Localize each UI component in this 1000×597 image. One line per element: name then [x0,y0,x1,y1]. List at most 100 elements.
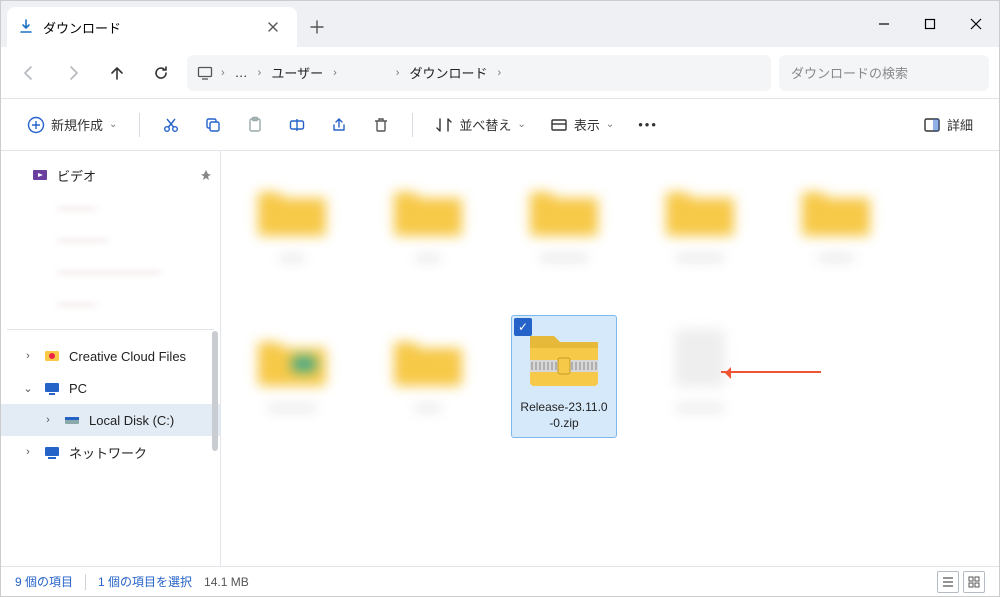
forward-button[interactable] [55,55,91,91]
trash-icon [372,116,390,134]
file-release-zip[interactable]: ✓ Release-23.11.0-0.zi [511,315,617,438]
pin-icon [200,169,212,181]
breadcrumb[interactable]: › … › ユーザー › › ダウンロード › [187,55,771,91]
share-button[interactable] [320,107,358,143]
window-close-button[interactable] [953,1,999,47]
details-icon [923,116,941,134]
file-item[interactable]: ———— [647,315,753,438]
nav-videos-label: ビデオ [57,166,96,185]
view-button[interactable]: 表示 ⌄ [540,107,624,143]
view-list-button[interactable] [937,571,959,593]
minimize-button[interactable] [861,1,907,47]
rename-icon [288,116,306,134]
folder-item[interactable]: —— [239,165,345,285]
chevron-right-icon: › [333,67,337,79]
refresh-button[interactable] [143,55,179,91]
window-controls [861,1,999,47]
divider [139,113,140,137]
breadcrumb-overflow[interactable]: … [233,63,250,82]
nav-network[interactable]: › ネットワーク [1,436,220,468]
nav-ccf[interactable]: › Creative Cloud Files [1,340,220,372]
share-icon [330,116,348,134]
maximize-button[interactable] [907,1,953,47]
nav-redacted[interactable]: ——— [1,191,220,223]
copy-icon [204,116,222,134]
breadcrumb-downloads[interactable]: ダウンロード [407,61,489,84]
chevron-right-icon: › [258,67,262,79]
close-icon[interactable] [259,13,287,41]
status-bar: 9 個の項目 1 個の項目を選択 14.1 MB [1,566,999,596]
divider [85,574,86,590]
tab-downloads[interactable]: ダウンロード [7,7,297,47]
chevron-down-icon: ⌄ [606,119,614,130]
nav-videos[interactable]: ビデオ [1,159,220,191]
paste-button[interactable] [236,107,274,143]
folder-item[interactable]: —— [375,165,481,285]
titlebar: ダウンロード [1,1,999,47]
nav-redacted[interactable]: ——— [1,287,220,319]
nav-local-disk[interactable]: › Local Disk (C:) [1,404,220,436]
copy-button[interactable] [194,107,232,143]
toolbar: 新規作成 ⌄ 並べ替え ⌄ 表示 ⌄ ••• 詳細 [1,99,999,151]
new-button[interactable]: 新規作成 ⌄ [17,107,127,143]
nav-pane[interactable]: ビデオ ——— ———— ———————— ——— › Creative Clo… [1,151,221,566]
more-button[interactable]: ••• [628,107,668,143]
chevron-down-icon: ⌄ [21,382,35,395]
nav-network-label: ネットワーク [69,443,147,462]
chevron-right-icon: › [396,67,400,79]
more-icon: ••• [638,117,658,132]
pc-icon [43,379,61,397]
folder-item[interactable]: ———— [647,165,753,285]
chevron-down-icon: ⌄ [109,119,117,130]
sort-button[interactable]: 並べ替え ⌄ [425,107,535,143]
rename-button[interactable] [278,107,316,143]
details-pane-button[interactable]: 詳細 [913,107,983,143]
paste-icon [246,116,264,134]
status-size: 14.1 MB [204,575,249,589]
annotation-arrow [721,371,821,373]
status-item-count: 9 個の項目 [15,573,73,590]
tab-title: ダウンロード [43,18,259,37]
nav-redacted[interactable]: ———————— [1,255,220,287]
new-tab-button[interactable] [297,7,337,47]
cut-button[interactable] [152,107,190,143]
network-icon [43,443,61,461]
folder-item[interactable]: ———— [511,165,617,285]
file-name: Release-23.11.0-0.zip [520,400,607,431]
content-pane[interactable]: —— —— ———— ———— ——— ———— —— ✓ [221,151,999,566]
folder-item[interactable]: ———— [239,315,345,438]
view-grid-button[interactable] [963,571,985,593]
view-toggles [937,571,985,593]
nav-pc-label: PC [69,381,87,396]
file-grid: —— —— ———— ———— ——— ———— —— ✓ [239,165,981,438]
sort-icon [435,116,453,134]
back-button[interactable] [11,55,47,91]
download-icon [17,18,35,36]
view-icon [550,116,568,134]
folder-item[interactable]: ——— [783,165,889,285]
delete-button[interactable] [362,107,400,143]
plus-circle-icon [27,116,45,134]
check-icon: ✓ [514,318,532,336]
body: ビデオ ——— ———— ———————— ——— › Creative Clo… [1,151,999,566]
video-icon [31,166,49,184]
chevron-right-icon: › [41,414,55,426]
zip-icon [519,322,609,394]
nav-scrollbar[interactable] [212,331,218,451]
breadcrumb-users[interactable]: ユーザー [269,61,325,84]
chevron-right-icon: › [221,67,225,79]
nav-redacted[interactable]: ———— [1,223,220,255]
folder-item[interactable]: —— [375,315,481,438]
nav-pc[interactable]: ⌄ PC [1,372,220,404]
address-bar: › … › ユーザー › › ダウンロード › ダウンロードの検索 [1,47,999,99]
chevron-down-icon: ⌄ [517,119,525,130]
search-input[interactable]: ダウンロードの検索 [779,55,989,91]
monitor-icon [197,65,213,81]
chevron-right-icon: › [21,350,35,362]
breadcrumb-redacted[interactable] [345,61,388,84]
details-label: 詳細 [947,115,973,134]
up-button[interactable] [99,55,135,91]
nav-separator [7,329,214,330]
status-selected: 1 個の項目を選択 [98,573,192,590]
divider [412,113,413,137]
